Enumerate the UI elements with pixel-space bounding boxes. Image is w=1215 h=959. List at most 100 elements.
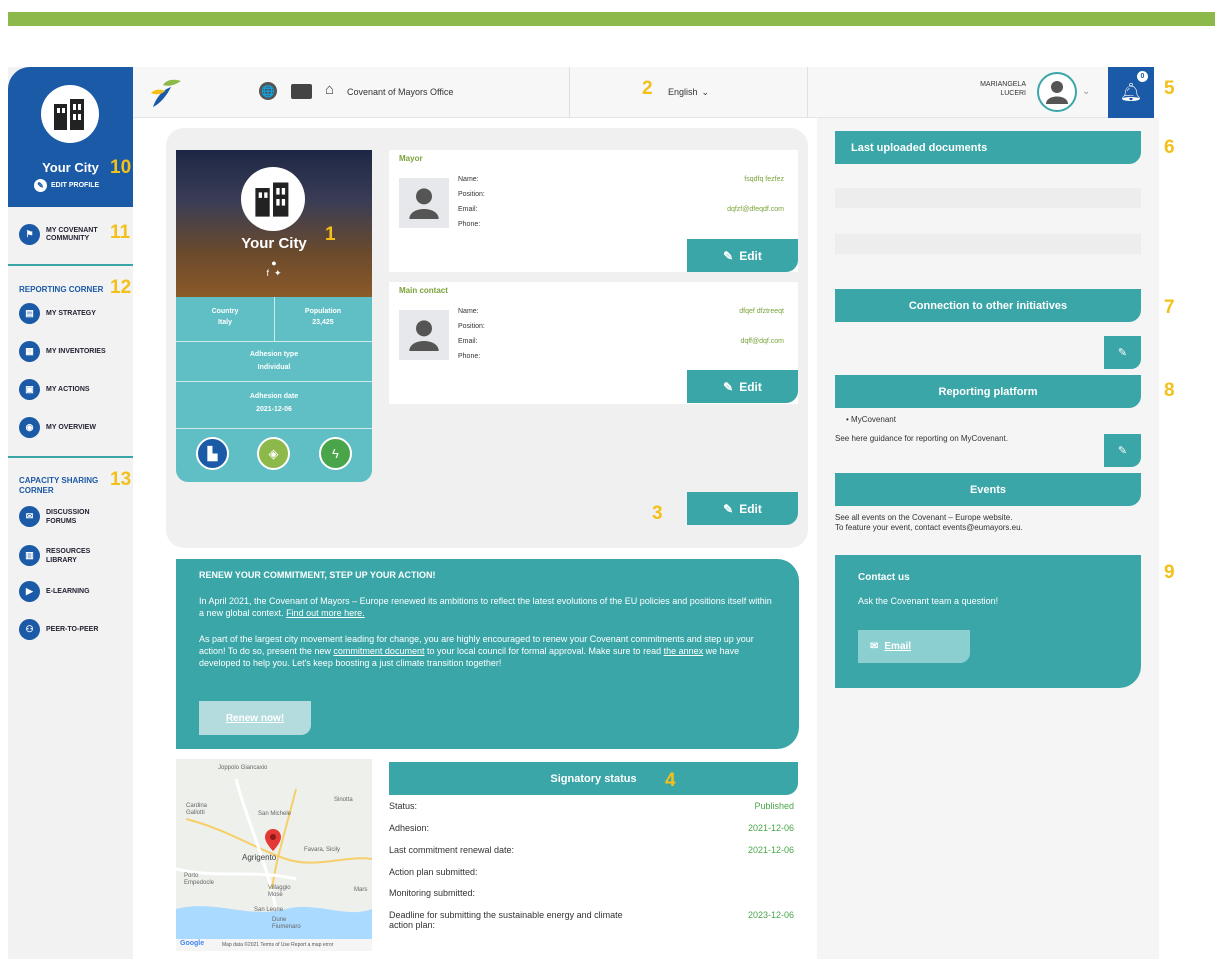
- sidebar-item-peer-to-peer[interactable]: ⚇ PEER-TO-PEER: [19, 619, 98, 640]
- annotation-marker: 9: [1164, 562, 1175, 583]
- annotation-marker: 13: [110, 469, 132, 490]
- annex-link[interactable]: the annex: [664, 646, 704, 656]
- email-button[interactable]: ✉ Email: [858, 630, 970, 663]
- user-menu-chevron-icon[interactable]: ⌄: [1082, 86, 1090, 97]
- envelope-icon: ✉: [870, 641, 879, 652]
- mayor-edit-button[interactable]: ✎ Edit: [687, 239, 798, 272]
- deadline-value: 2023-12-06: [747, 910, 794, 920]
- user-name[interactable]: MARIANGELA LUCERI: [940, 80, 1026, 98]
- map-place-label: Porto Empedocle: [184, 873, 215, 886]
- annotation-marker: 8: [1164, 380, 1175, 401]
- play-icon: ▶: [19, 581, 40, 602]
- population-label: Population: [304, 308, 342, 315]
- facebook-icon[interactable]: f: [266, 268, 269, 278]
- community-label-2: COMMUNITY: [46, 234, 90, 242]
- actions-icon: ▣: [19, 379, 40, 400]
- google-logo: Google: [180, 940, 205, 947]
- header-divider: [569, 67, 570, 118]
- reporting-edit-button[interactable]: ✎: [1104, 434, 1141, 467]
- renew-commitment-banner: RENEW YOUR COMMITMENT, STEP UP YOUR ACTI…: [176, 559, 799, 749]
- sidebar-item-my-inventories[interactable]: ▦ MY INVENTORIES: [19, 341, 106, 362]
- city-buildings-icon: [255, 182, 289, 217]
- map-place-label: Joppolo Giancaxio: [218, 765, 268, 771]
- sidebar-item-resources-library[interactable]: ▥ RESOURCES LIBRARY: [19, 545, 90, 566]
- chevron-down-icon: ⌄: [701, 87, 710, 97]
- population-value: 23,425: [312, 319, 334, 326]
- edit-profile-link[interactable]: ✎ EDIT PROFILE: [34, 179, 99, 192]
- events-text-1: See all events on the Covenant – Europe …: [835, 513, 1013, 522]
- language-selector[interactable]: English ⌄: [668, 87, 709, 98]
- peer-icon: ⚇: [19, 619, 40, 640]
- annotation-marker: 2: [642, 78, 653, 99]
- renew-text: to your local council for formal approva…: [424, 646, 664, 656]
- energy-poverty-icon[interactable]: ϟ: [319, 437, 352, 470]
- home-icon[interactable]: ⌂: [325, 81, 334, 98]
- country-label: Country: [211, 308, 239, 315]
- map-place-label: Mars: [354, 887, 368, 893]
- map-footer[interactable]: Map data ©2021 Terms of Use Report a map…: [222, 942, 333, 948]
- reporting-guidance-link[interactable]: See here guidance for reporting on MyCov…: [835, 434, 1008, 444]
- mayor-name-label: Name:: [458, 176, 479, 183]
- contact-email-value[interactable]: dqff@dqf.com: [740, 338, 784, 345]
- sidebar-item-my-actions[interactable]: ▣ MY ACTIONS: [19, 379, 90, 400]
- annotation-marker: 11: [110, 222, 131, 243]
- language-value: English: [668, 87, 698, 97]
- last-documents-header: Last uploaded documents: [835, 131, 1141, 164]
- reporting-item-label: MyCovenant: [851, 415, 896, 424]
- notification-count: 0: [1137, 71, 1148, 82]
- sidebar-item-label: LIBRARY: [46, 556, 77, 564]
- main-contact-edit-button[interactable]: ✎ Edit: [687, 370, 798, 403]
- document-row[interactable]: [835, 188, 1141, 208]
- map-place-label: Cardina Gallotti: [186, 803, 208, 816]
- signatory-status-header: Signatory status: [389, 762, 798, 795]
- sidebar-item-community[interactable]: ⚑ MY COVENANT COMMUNITY: [19, 224, 98, 245]
- social-links: ● f ✦: [176, 258, 372, 279]
- inventories-icon: ▦: [19, 341, 40, 362]
- email-label: Email: [884, 641, 912, 652]
- status-value: Published: [754, 801, 794, 811]
- sidebar-item-my-strategy[interactable]: ▤ MY STRATEGY: [19, 303, 96, 324]
- city-map[interactable]: Joppolo Giancaxio Cardina Gallotti San M…: [176, 759, 372, 951]
- capacity-corner-title: CAPACITY SHARING CORNER: [19, 476, 98, 496]
- mayor-email-value[interactable]: dqfzf@dfeqdf.com: [727, 206, 784, 213]
- commitment-document-link[interactable]: commitment document: [333, 646, 424, 656]
- connection-edit-button[interactable]: ✎: [1104, 336, 1141, 369]
- city-card: Your City ● f ✦ Country Italy Population 2…: [176, 150, 372, 482]
- city-card-avatar: [241, 167, 305, 231]
- capacity-title-1: CAPACITY SHARING: [19, 476, 99, 485]
- sidebar-item-label: DISCUSSION: [46, 508, 90, 516]
- sidebar-item-label: RESOURCES: [46, 547, 91, 555]
- contact-card-icon[interactable]: [291, 84, 312, 99]
- map-place-label: Favara, Sicily: [304, 847, 341, 853]
- contact-us-text: Ask the Covenant team a question!: [858, 596, 999, 606]
- notifications-button[interactable]: 🔔︎ 0: [1108, 67, 1154, 118]
- reporting-platform-item: • MyCovenant: [846, 415, 896, 424]
- sidebar-item-label: MY INVENTORIES: [46, 348, 106, 355]
- user-avatar[interactable]: [1037, 72, 1077, 112]
- twitter-icon[interactable]: ✦: [274, 268, 282, 278]
- adaptation-icon[interactable]: ◈: [257, 437, 290, 470]
- covenant-logo[interactable]: [149, 77, 185, 114]
- find-out-more-link[interactable]: Find out more here.: [286, 608, 365, 618]
- globe-icon[interactable]: ●: [271, 258, 276, 268]
- reporting-platform-header: Reporting platform: [835, 375, 1141, 408]
- office-link[interactable]: Covenant of Mayors Office: [347, 87, 453, 97]
- sidebar-item-e-learning[interactable]: ▶ E-LEARNING: [19, 581, 90, 602]
- edit-icon: ✎: [723, 501, 734, 516]
- globe-icon[interactable]: 🌐: [259, 82, 277, 100]
- sidebar-item-label: FORUMS: [46, 517, 77, 525]
- renew-now-button[interactable]: Renew now!: [199, 701, 311, 735]
- user-icon: [1046, 81, 1068, 104]
- mitigation-icon[interactable]: ▙: [196, 437, 229, 470]
- mayor-email-label: Email:: [458, 206, 478, 213]
- sidebar-item-discussion-forums[interactable]: ✉ DISCUSSION FORUMS: [19, 506, 90, 527]
- reporting-corner-title: REPORTING CORNER: [19, 285, 104, 294]
- renewal-date-value: 2021-12-06: [747, 845, 794, 855]
- panel-edit-button[interactable]: ✎ Edit: [687, 492, 798, 525]
- edit-label: Edit: [739, 379, 762, 394]
- annotation-marker: 12: [110, 277, 132, 298]
- sidebar-item-my-overview[interactable]: ◉ MY OVERVIEW: [19, 417, 96, 438]
- renew-text: In April 2021, the Covenant of Mayors – …: [199, 596, 772, 618]
- city-avatar[interactable]: [41, 85, 99, 143]
- document-row[interactable]: [835, 234, 1141, 254]
